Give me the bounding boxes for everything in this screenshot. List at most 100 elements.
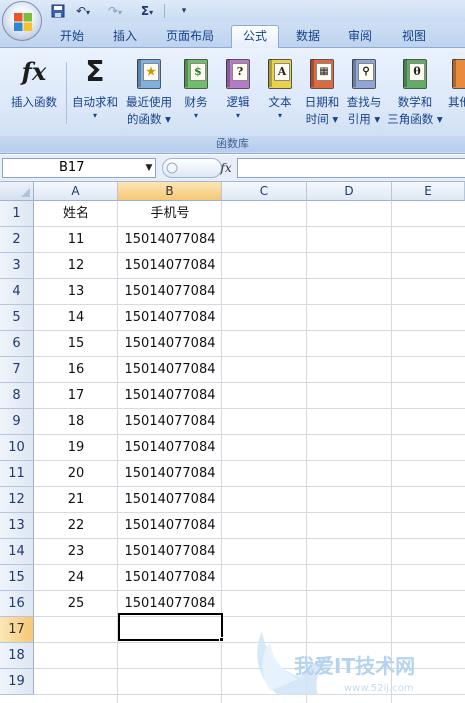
cell-a16[interactable]: 25 [34, 591, 118, 617]
row-header-12[interactable]: 12 [0, 487, 34, 513]
row-header-14[interactable]: 14 [0, 539, 34, 565]
lookup-reference-label: 查找与 [346, 95, 382, 109]
row-header-9[interactable]: 9 [0, 409, 34, 435]
row-header-15[interactable]: 15 [0, 565, 34, 591]
cell-a10[interactable]: 19 [34, 435, 118, 461]
math-trig-label-2: 三角函数 ▾ [387, 112, 443, 126]
cell-b1-header-phone[interactable]: 手机号 [118, 201, 222, 227]
undo-icon[interactable]: ↶▾ [72, 3, 94, 19]
cell-a15[interactable]: 24 [34, 565, 118, 591]
formula-bar-expander[interactable] [162, 158, 222, 178]
cell-b3[interactable]: 15014077084 [118, 253, 222, 279]
row-header-3[interactable]: 3 [0, 253, 34, 279]
insert-function-fx-icon[interactable]: fx [216, 159, 236, 177]
cell-a12[interactable]: 21 [34, 487, 118, 513]
magnifier-book-icon: ⚲ [350, 56, 378, 90]
tab-view[interactable]: 视图 [392, 26, 436, 48]
tab-formulas[interactable]: 公式 [231, 25, 279, 48]
row-header-6[interactable]: 6 [0, 331, 34, 357]
cell-b2[interactable]: 15014077084 [118, 227, 222, 253]
fill-handle[interactable] [219, 637, 224, 642]
theta-book-icon: θ [401, 56, 429, 90]
name-box[interactable]: B17 [2, 158, 156, 178]
financial-button[interactable]: $ 财务 ▾ [176, 54, 216, 134]
logical-dropdown-arrow: ▾ [235, 111, 240, 120]
cell-a13[interactable]: 22 [34, 513, 118, 539]
cell-b13[interactable]: 15014077084 [118, 513, 222, 539]
cell-a6[interactable]: 15 [34, 331, 118, 357]
formula-input[interactable] [237, 158, 465, 178]
logical-button[interactable]: ? 逻辑 ▾ [218, 54, 258, 134]
row-header-7[interactable]: 7 [0, 357, 34, 383]
recently-used-button[interactable]: ★ 最近使用 的函数 ▾ [122, 54, 176, 134]
row-header-4[interactable]: 4 [0, 279, 34, 305]
tab-review[interactable]: 审阅 [338, 26, 382, 48]
cell-b7[interactable]: 15014077084 [118, 357, 222, 383]
cell-a11[interactable]: 20 [34, 461, 118, 487]
column-header-c[interactable]: C [222, 182, 307, 201]
column-header-e[interactable]: E [392, 182, 465, 201]
row-header-8[interactable]: 8 [0, 383, 34, 409]
tab-data[interactable]: 数据 [286, 26, 330, 48]
ribbon-formulas: fx 插入函数 Σ 自动求和 ▾ ★ 最近使用 的函数 ▾ $ 财务 ▾ ? 逻… [0, 48, 465, 154]
lookup-reference-button[interactable]: ⚲ 查找与 引用 ▾ [342, 54, 386, 134]
column-header-d[interactable]: D [307, 182, 392, 201]
cell-b10[interactable]: 15014077084 [118, 435, 222, 461]
row-header-17[interactable]: 17 [0, 617, 34, 643]
cell-b9[interactable]: 15014077084 [118, 409, 222, 435]
row-header-18[interactable]: 18 [0, 643, 34, 669]
date-time-button[interactable]: ▦ 日期和 时间 ▾ [300, 54, 344, 134]
row-header-10[interactable]: 10 [0, 435, 34, 461]
customize-toolbar-icon[interactable]: ▾ [176, 3, 192, 19]
text-dropdown-arrow: ▾ [277, 111, 282, 120]
cell-b11[interactable]: 15014077084 [118, 461, 222, 487]
cell-a2[interactable]: 11 [34, 227, 118, 253]
column-header-a[interactable]: A [34, 182, 118, 201]
insert-function-button[interactable]: fx 插入函数 [4, 54, 64, 134]
row-header-1[interactable]: 1 [0, 201, 34, 227]
row-header-16[interactable]: 16 [0, 591, 34, 617]
cell-b15[interactable]: 15014077084 [118, 565, 222, 591]
cell-b12[interactable]: 15014077084 [118, 487, 222, 513]
quick-access-toolbar: ↶▾ ↷▾ Σ▾ ▾ [0, 0, 465, 22]
cell-a1-header-name[interactable]: 姓名 [34, 201, 118, 227]
tab-page-layout[interactable]: 页面布局 [156, 26, 224, 48]
row-header-19[interactable]: 19 [0, 669, 34, 695]
math-trig-button[interactable]: θ 数学和 三角函数 ▾ [386, 54, 444, 134]
logical-label: 逻辑 [226, 95, 250, 109]
text-button[interactable]: A 文本 ▾ [260, 54, 300, 134]
calendar-book-icon: ▦ [308, 56, 336, 90]
cell-a14[interactable]: 23 [34, 539, 118, 565]
cell-a8[interactable]: 17 [34, 383, 118, 409]
row-header-5[interactable]: 5 [0, 305, 34, 331]
select-all-corner[interactable] [0, 182, 34, 201]
cell-b6[interactable]: 15014077084 [118, 331, 222, 357]
more-functions-button[interactable]: 其他 [446, 54, 465, 134]
redo-icon[interactable]: ↷▾ [104, 3, 126, 19]
name-box-dropdown-icon[interactable]: ▼ [142, 158, 156, 178]
cell-b5[interactable]: 15014077084 [118, 305, 222, 331]
tab-home[interactable]: 开始 [50, 26, 94, 48]
row-header-11[interactable]: 11 [0, 461, 34, 487]
row-header-13[interactable]: 13 [0, 513, 34, 539]
cell-b14[interactable]: 15014077084 [118, 539, 222, 565]
cell-b4[interactable]: 15014077084 [118, 279, 222, 305]
cell-a3[interactable]: 12 [34, 253, 118, 279]
cell-a9[interactable]: 18 [34, 409, 118, 435]
cell-a4[interactable]: 13 [34, 279, 118, 305]
tab-insert[interactable]: 插入 [104, 26, 146, 48]
column-header-b[interactable]: B [118, 182, 222, 201]
cell-a7[interactable]: 16 [34, 357, 118, 383]
office-button[interactable] [2, 1, 42, 41]
more-book-icon [450, 56, 465, 90]
cell-a5[interactable]: 14 [34, 305, 118, 331]
save-icon[interactable] [50, 3, 66, 19]
toolbar-divider [164, 4, 165, 18]
row-header-2[interactable]: 2 [0, 227, 34, 253]
cell-b8[interactable]: 15014077084 [118, 383, 222, 409]
ribbon-divider [66, 62, 67, 124]
financial-label: 财务 [184, 95, 208, 109]
active-cell-b17[interactable] [118, 613, 223, 641]
autosum-button[interactable]: Σ 自动求和 ▾ [68, 54, 122, 134]
autosum-quick-button[interactable]: Σ▾ [134, 3, 160, 19]
